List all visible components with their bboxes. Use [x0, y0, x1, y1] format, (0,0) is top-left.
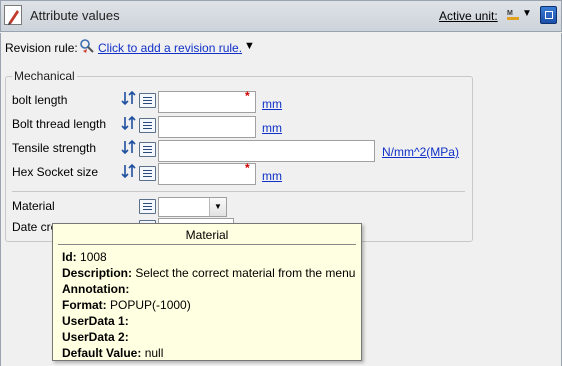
- tooltip-value: Select the correct material from the men…: [135, 266, 356, 280]
- panel-title: Attribute values: [30, 8, 120, 23]
- bolt-thread-length-input[interactable]: [158, 116, 256, 138]
- group-title: Mechanical: [12, 69, 77, 83]
- tooltip-format-line: Format: POPUP(-1000): [62, 298, 191, 312]
- list-icon[interactable]: [139, 166, 156, 181]
- required-marker: *: [245, 161, 250, 175]
- hex-socket-size-input[interactable]: [158, 163, 256, 185]
- material-tooltip: Material Id: 1008 Description: Select th…: [52, 223, 362, 361]
- tooltip-divider: [58, 244, 356, 245]
- tooltip-default-value-line: Default Value: null: [62, 346, 163, 360]
- sort-icon[interactable]: [121, 139, 137, 155]
- bolt-length-input[interactable]: [158, 91, 256, 113]
- hex-socket-size-unit[interactable]: mm: [262, 169, 282, 183]
- revision-rule-dropdown-arrow-icon[interactable]: ▼: [244, 40, 255, 52]
- chevron-down-icon[interactable]: ▼: [209, 198, 226, 216]
- tooltip-userdata2-line: UserData 2:: [62, 330, 129, 344]
- hex-socket-size-label: Hex Socket size: [12, 165, 99, 179]
- bolt-length-unit[interactable]: mm: [262, 97, 282, 111]
- required-marker: *: [245, 89, 250, 103]
- unit-icon[interactable]: M: [506, 7, 520, 21]
- tooltip-title: Material: [185, 228, 229, 242]
- bolt-thread-length-label: Bolt thread length: [12, 117, 107, 131]
- revision-rule-label: Revision rule:: [5, 41, 78, 55]
- date-created-label: Date cre: [12, 220, 58, 234]
- tooltip-userdata1-line: UserData 1:: [62, 314, 129, 328]
- list-icon[interactable]: [139, 199, 156, 214]
- sort-icon[interactable]: [121, 90, 137, 106]
- tooltip-id-line: Id: 1008: [62, 250, 107, 264]
- bolt-length-label: bolt length: [12, 93, 68, 107]
- revision-rule-icon[interactable]: [79, 38, 95, 54]
- sort-icon[interactable]: [121, 115, 137, 131]
- group-divider: [12, 191, 465, 192]
- list-icon[interactable]: [139, 118, 156, 133]
- list-icon[interactable]: [139, 142, 156, 157]
- tooltip-value: 1008: [80, 250, 107, 264]
- maximize-icon[interactable]: [540, 6, 557, 24]
- tooltip-key: UserData 1:: [62, 314, 129, 328]
- active-unit-label[interactable]: Active unit:: [439, 9, 498, 23]
- tooltip-value: POPUP(-1000): [110, 298, 191, 312]
- svg-text:M: M: [507, 10, 513, 17]
- unit-dropdown-arrow-icon[interactable]: ▼: [522, 8, 532, 19]
- tooltip-key: UserData 2:: [62, 330, 129, 344]
- tooltip-key: Default Value:: [62, 346, 142, 360]
- tooltip-description-line: Description: Select the correct material…: [62, 266, 355, 280]
- sort-icon[interactable]: [121, 163, 137, 179]
- tensile-strength-unit[interactable]: N/mm^2(MPa): [382, 145, 459, 159]
- bolt-thread-length-unit[interactable]: mm: [262, 121, 282, 135]
- add-revision-rule-link[interactable]: Click to add a revision rule.: [98, 41, 242, 55]
- tooltip-value: null: [144, 346, 164, 360]
- material-select[interactable]: ▼: [158, 197, 227, 217]
- tooltip-key: Description:: [62, 266, 133, 280]
- list-icon[interactable]: [139, 93, 156, 108]
- tooltip-key: Id:: [62, 250, 77, 264]
- material-label: Material: [12, 199, 55, 213]
- tensile-strength-label: Tensile strength: [12, 141, 97, 155]
- tooltip-key: Annotation:: [62, 282, 130, 296]
- tooltip-annotation-line: Annotation:: [62, 282, 129, 296]
- edit-icon[interactable]: [4, 5, 22, 25]
- tensile-strength-input[interactable]: [158, 140, 375, 162]
- tooltip-key: Format:: [62, 298, 107, 312]
